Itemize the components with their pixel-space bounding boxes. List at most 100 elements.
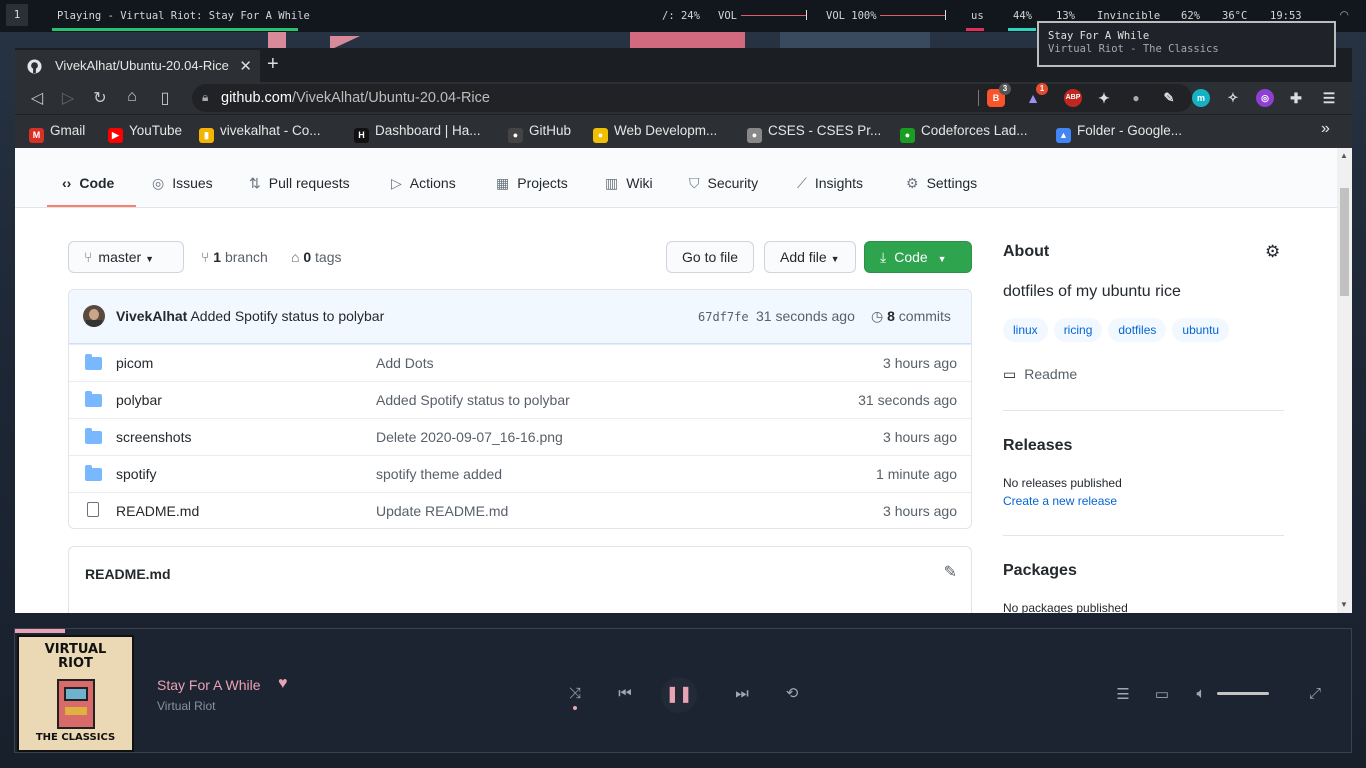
bookmark-item[interactable]: ● Web Developm... [593, 123, 717, 143]
branch-selector[interactable]: ⑂ master ▼ [68, 241, 184, 273]
back-icon[interactable]: ◁ [27, 88, 47, 108]
avatar[interactable] [83, 305, 105, 327]
tab-projects[interactable]: ▦ Projects [496, 175, 568, 192]
tab-pull-requests[interactable]: ⇅ Pull requests [249, 175, 350, 192]
commit-message[interactable]: Added Spotify status to polybar [190, 308, 384, 324]
file-commit-message[interactable]: spotify theme added [376, 466, 502, 482]
file-name[interactable]: screenshots [116, 429, 191, 445]
tab-label: Pull requests [268, 175, 350, 191]
topic-tag[interactable]: dotfiles [1108, 318, 1167, 342]
tab-settings[interactable]: ⚙ Settings [906, 175, 977, 192]
menu-icon[interactable]: ☰ [1320, 89, 1338, 107]
wifi-icon: ◠ [1340, 7, 1349, 23]
devices-icon[interactable]: ▭ [1152, 685, 1172, 703]
reload-icon[interactable]: ↻ [90, 88, 110, 108]
volume-icon[interactable]: 🔈︎ [1191, 685, 1211, 702]
add-file-button[interactable]: Add file ▼ [764, 241, 856, 273]
bookmark-item[interactable]: ● CSES - CSES Pr... [747, 123, 881, 143]
readme-link[interactable]: ▭ Readme [1003, 366, 1077, 383]
home-icon[interactable]: ⌂ [122, 88, 142, 106]
puzzle-icon[interactable]: ✚ [1287, 89, 1305, 107]
volume2-slider[interactable] [880, 15, 945, 16]
wappalyzer-icon[interactable]: ✧ [1224, 89, 1242, 107]
more-bookmarks-icon[interactable]: » [1321, 120, 1330, 138]
bookmark-item[interactable]: H Dashboard | Ha... [354, 123, 481, 143]
file-commit-message[interactable]: Add Dots [376, 355, 434, 371]
commit-sha[interactable]: 67df7fe [698, 310, 749, 324]
workspace-indicator[interactable]: 1 [6, 4, 28, 26]
tag-count-link[interactable]: ⌂ 0 tags [291, 249, 342, 265]
shuffle-icon[interactable]: ⤨ [565, 685, 585, 702]
topic-tag[interactable]: ubuntu [1172, 318, 1230, 342]
tab-wiki[interactable]: ▥ Wiki [605, 175, 653, 192]
branch-count-link[interactable]: ⑂ 1 branch [201, 249, 268, 265]
file-age: 3 hours ago [883, 355, 957, 371]
close-tab-icon[interactable]: ✕ [239, 57, 252, 75]
code-download-button[interactable]: ⤓ Code ▼ [864, 241, 972, 273]
artist-name[interactable]: Virtual Riot [157, 699, 215, 713]
mouse-extension-icon[interactable]: ● [1127, 89, 1145, 107]
file-name[interactable]: polybar [116, 392, 162, 408]
tab-actions[interactable]: ▷ Actions [391, 175, 456, 192]
go-to-file-button[interactable]: Go to file [666, 241, 755, 273]
repo-description: dotfiles of my ubuntu rice [1003, 283, 1181, 300]
tab-issues[interactable]: ◎ Issues [152, 175, 213, 192]
eyedropper-icon[interactable]: ✎ [1160, 89, 1178, 107]
bookmark-item[interactable]: ▮ vivekalhat - Co... [199, 123, 321, 143]
file-commit-message[interactable]: Update README.md [376, 503, 508, 519]
pause-icon[interactable]: ❚❚ [661, 677, 697, 713]
pencil-icon[interactable]: ✎ [944, 562, 957, 582]
file-name[interactable]: spotify [116, 466, 156, 482]
topic-tag[interactable]: ricing [1053, 318, 1103, 342]
volume-slider[interactable] [1217, 692, 1269, 695]
notification-popup[interactable]: Stay For A While Virtual Riot - The Clas… [1037, 21, 1336, 67]
scroll-up-icon[interactable]: ▲ [1340, 151, 1348, 160]
releases-heading[interactable]: Releases [1003, 437, 1072, 455]
browser-toolbar: ◁ ▷ ↻ ⌂ ▯ 🔒︎ github.com/VivekAlhat/Ubunt… [15, 82, 1352, 114]
file-name[interactable]: picom [116, 355, 153, 371]
page-scrollbar[interactable]: ▲ ▼ [1337, 148, 1352, 613]
bookmark-item[interactable]: ● Codeforces Lad... [900, 123, 1028, 143]
previous-icon[interactable]: ⏮ [615, 685, 635, 702]
scroll-down-icon[interactable]: ▼ [1340, 600, 1348, 609]
commits-link[interactable]: ◷ 8 commits [871, 308, 951, 325]
extension-icon[interactable]: ✦ [1095, 89, 1113, 107]
bookmark-item[interactable]: ▶ YouTube [108, 123, 182, 143]
scroll-thumb[interactable] [1340, 188, 1349, 296]
tab-security[interactable]: ⛉ Security [689, 175, 758, 192]
bookmark-item[interactable]: ▲ Folder - Google... [1056, 123, 1182, 143]
tab-code[interactable]: ‹› Code [62, 175, 114, 191]
gear-icon[interactable]: ⚙ [1265, 242, 1280, 262]
new-tab-icon[interactable]: + [267, 54, 279, 74]
shield-icon: ⛉ [689, 175, 700, 191]
bookmark-icon[interactable]: ▯ [155, 88, 175, 108]
book-icon: ▭ [1003, 366, 1017, 382]
queue-icon[interactable]: ☰ [1113, 685, 1133, 703]
fullscreen-icon[interactable]: ⤢ [1305, 685, 1325, 702]
file-commit-message[interactable]: Added Spotify status to polybar [376, 392, 570, 408]
bookmark-item[interactable]: ● GitHub [508, 123, 571, 143]
repeat-icon[interactable]: ⟲ [782, 684, 802, 702]
commit-author[interactable]: VivekAlhat [116, 308, 187, 324]
browser-tab[interactable]: VivekAlhat/Ubuntu-20.04-Rice ✕ [15, 50, 260, 82]
album-art[interactable]: VIRTUAL RIOT THE CLASSICS [17, 635, 134, 752]
volume-slider[interactable] [741, 15, 806, 16]
purple-extension-icon[interactable]: ◎ [1256, 89, 1274, 107]
file-age: 3 hours ago [883, 429, 957, 445]
next-icon[interactable]: ⏭ [732, 685, 752, 702]
song-title[interactable]: Stay For A While [157, 677, 260, 693]
heart-icon[interactable]: ♥ [278, 675, 288, 693]
m-extension-icon[interactable]: m [1192, 89, 1210, 107]
bookmark-item[interactable]: M Gmail [29, 123, 85, 143]
forward-icon[interactable]: ▷ [58, 88, 78, 108]
tab-insights[interactable]: ⟋ Insights [797, 175, 863, 192]
create-release-link[interactable]: Create a new release [1003, 494, 1117, 508]
progress-bar[interactable] [15, 629, 65, 633]
file-name[interactable]: README.md [116, 503, 199, 519]
volume-label: VOL [718, 10, 737, 22]
address-bar[interactable]: 🔒︎ github.com/VivekAlhat/Ubuntu-20.04-Ri… [192, 83, 1192, 112]
packages-heading[interactable]: Packages [1003, 562, 1077, 580]
file-commit-message[interactable]: Delete 2020-09-07_16-16.png [376, 429, 563, 445]
adblock-plus-icon[interactable]: ABP [1064, 89, 1082, 107]
topic-tag[interactable]: linux [1003, 318, 1048, 342]
